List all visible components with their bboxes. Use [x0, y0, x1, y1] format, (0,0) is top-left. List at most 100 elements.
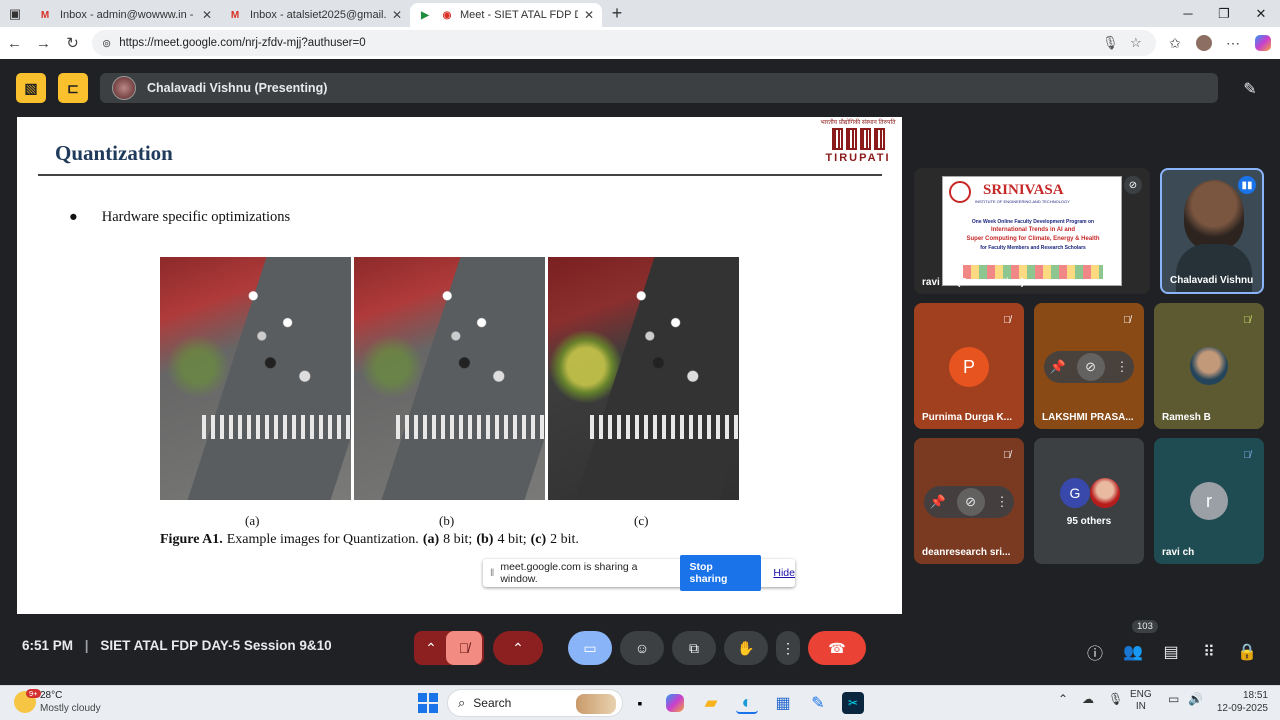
microphone-tray-icon[interactable]: 🎙 — [1108, 692, 1123, 706]
new-tab-button[interactable]: + — [602, 0, 632, 27]
more-options-icon[interactable]: ⋮ — [1116, 359, 1129, 375]
stop-sharing-button[interactable]: Stop sharing — [679, 555, 762, 591]
others-count: 95 others — [1066, 516, 1112, 527]
mic-off-icon: 🎙̸ — [1003, 314, 1011, 326]
emoji-button[interactable]: ☺ — [620, 631, 664, 665]
people-icon[interactable]: 👥 — [1119, 638, 1147, 666]
tab-meet[interactable]: ▶ ◉ Meet - SIET ATAL FDP DAY-5 ✕ — [410, 3, 602, 27]
copilot-icon[interactable] — [1248, 27, 1278, 59]
site-info-icon[interactable]: ⊚ — [102, 37, 111, 50]
search-highlight-icon — [576, 694, 616, 714]
hide-link[interactable]: Hide — [773, 567, 795, 579]
minimize-icon[interactable]: ─ — [1170, 0, 1206, 27]
self-video — [1184, 180, 1244, 250]
temperature: 28°C — [40, 690, 63, 701]
paint-icon[interactable]: ✎ — [807, 692, 829, 714]
camera-toggle-button[interactable]: ⌃ — [493, 631, 543, 665]
meet-icon: ▶ — [421, 9, 429, 21]
pin-icon[interactable]: 📌 — [929, 494, 945, 510]
more-options-button[interactable]: ⋮ — [776, 631, 800, 665]
show-hidden-icons[interactable]: ⌃ — [1058, 692, 1068, 706]
mic-toggle-group: ⌃ 🎙̸ — [414, 631, 484, 665]
participant-tile[interactable]: 🎙̸ P Purnima Durga K... — [914, 303, 1024, 429]
menu-dots-icon[interactable]: ⋯ — [1218, 27, 1248, 59]
presentation-layout-icon[interactable]: ⊏ — [58, 73, 88, 103]
tab-title: Inbox - atalsiet2025@gmail.com — [250, 9, 386, 21]
start-icon[interactable] — [416, 691, 440, 715]
forward-icon[interactable]: → — [29, 27, 58, 59]
reload-icon[interactable]: ↻ — [58, 27, 87, 59]
close-window-icon[interactable]: ✕ — [1243, 0, 1279, 27]
meeting-info-icon[interactable]: ⓘ — [1081, 638, 1109, 666]
onedrive-icon[interactable]: ☁ — [1082, 692, 1094, 706]
participant-tile[interactable]: 🎙̸ Ramesh B — [1154, 303, 1264, 429]
iit-tirupati-logo: भारतीय प्रौद्योगिकी संस्थान तिरुपति TIRU… — [814, 118, 902, 172]
back-icon[interactable]: ← — [0, 27, 29, 59]
shared-screen-tile[interactable]: SRINIVASA INSTITUTE OF ENGINEERING AND T… — [914, 168, 1150, 294]
drag-handle-icon[interactable]: ‖ — [490, 567, 494, 579]
network-icon[interactable]: ▭ — [1168, 692, 1179, 706]
mute-participant-icon[interactable]: ⊘ — [956, 488, 985, 516]
close-tab-icon[interactable]: ✕ — [392, 8, 402, 22]
others-tile[interactable]: G 95 others — [1034, 438, 1144, 564]
figure-image-4bit — [354, 257, 545, 500]
sharing-notice-bar: ‖ meet.google.com is sharing a window. S… — [483, 555, 795, 591]
participant-name: Chalavadi Vishnu — [1170, 275, 1254, 286]
snipping-tool-icon[interactable]: ✂ — [842, 692, 864, 714]
tab-actions-icon[interactable]: ▣ — [0, 0, 30, 27]
weather-widget[interactable]: 9+ 28°C Mostly cloudy — [14, 689, 101, 715]
sublabel-a: (a) — [245, 513, 260, 528]
profile-avatar[interactable] — [1189, 27, 1219, 59]
captions-button[interactable]: ⧉ — [672, 631, 716, 665]
host-controls-icon[interactable]: 🔒 — [1233, 638, 1261, 666]
annotate-pen-icon[interactable]: ✎ — [1236, 75, 1264, 103]
self-video-tile[interactable]: ▮▮ Chalavadi Vishnu — [1160, 168, 1264, 294]
tile-controls: 📌 ⊘ ⋮ — [924, 486, 1014, 518]
participant-tile[interactable]: 🎙̸ 📌 ⊘ ⋮ LAKSHMI PRASA... — [1034, 303, 1144, 429]
avatar: r — [1190, 482, 1228, 520]
maximize-icon[interactable]: ❐ — [1206, 0, 1242, 27]
tab-gmail-atal[interactable]: M Inbox - atalsiet2025@gmail.com ✕ — [220, 3, 410, 27]
leave-call-button[interactable]: ☎ — [808, 631, 866, 665]
participant-name: LAKSHMI PRASA... — [1042, 412, 1134, 423]
speaking-indicator-icon: ▮▮ — [1238, 176, 1256, 194]
weather-condition: Mostly cloudy — [40, 703, 101, 714]
language-indicator[interactable]: ENG IN — [1130, 689, 1152, 713]
logo-name: TIRUPATI — [825, 152, 891, 164]
raise-hand-button[interactable]: ✋ — [724, 631, 768, 665]
system-clock[interactable]: 18:51 12-09-2025 — [1214, 689, 1268, 715]
participant-name: Ramesh B — [1162, 412, 1211, 423]
meeting-time-title: 6:51 PM | SIET ATAL FDP DAY-5 Session 9&… — [22, 638, 332, 653]
camera-off-icon[interactable]: ▧ — [16, 73, 46, 103]
bookmark-star-icon[interactable]: ☆ — [1130, 35, 1142, 51]
store-icon[interactable]: ▦ — [772, 692, 794, 714]
edge-icon[interactable]: ◐ — [736, 692, 758, 714]
mic-off-button[interactable]: 🎙̸ — [446, 631, 482, 665]
participant-name: Purnima Durga K... — [922, 412, 1013, 423]
browser-tab-strip: ▣ M Inbox - admin@wowww.in - sling ✕ M I… — [0, 0, 1280, 27]
chat-icon[interactable]: ▤ — [1157, 638, 1185, 666]
mic-icon[interactable]: 🎙 — [1102, 35, 1119, 51]
url-bar[interactable]: ⊚ https://meet.google.com/nrj-zfdv-mjj?a… — [92, 30, 1156, 56]
copilot-taskbar-icon[interactable] — [666, 694, 684, 712]
file-explorer-icon[interactable]: ▰ — [700, 692, 722, 714]
favorites-icon[interactable]: ✩ — [1160, 27, 1190, 59]
volume-icon[interactable]: 🔊 — [1188, 692, 1203, 706]
close-tab-icon[interactable]: ✕ — [202, 8, 212, 22]
pin-icon[interactable]: 📌 — [1049, 359, 1065, 375]
close-tab-icon[interactable]: ✕ — [584, 8, 594, 22]
taskbar-search[interactable]: ⌕ Search — [447, 689, 623, 717]
participant-tile[interactable]: 🎙̸ r ravi ch — [1154, 438, 1264, 564]
participant-name: deanresearch sri... — [922, 547, 1011, 558]
present-button[interactable]: ▭ — [568, 631, 612, 665]
avatar — [1190, 347, 1228, 385]
tab-gmail-admin[interactable]: M Inbox - admin@wowww.in - sling ✕ — [30, 3, 220, 27]
mute-participant-icon[interactable]: ⊘ — [1076, 353, 1105, 381]
more-options-icon[interactable]: ⋮ — [996, 494, 1009, 510]
activities-icon[interactable]: ⠿ — [1195, 638, 1223, 666]
participant-tile[interactable]: 🎙̸ 📌 ⊘ ⋮ deanresearch sri... — [914, 438, 1024, 564]
bullet-item: ● Hardware specific optimizations — [69, 209, 291, 225]
slide-title: Quantization — [55, 141, 173, 165]
task-view-icon[interactable]: ▪ — [629, 692, 651, 714]
mic-options-chevron-icon[interactable]: ⌃ — [416, 640, 446, 657]
